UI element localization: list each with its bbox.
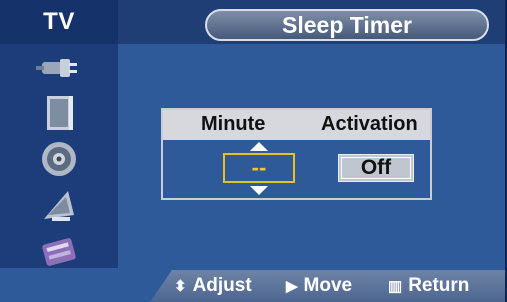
adjust-hint: ⬍ Adjust: [174, 275, 252, 297]
activation-column-label: Activation: [321, 113, 418, 135]
activation-selector[interactable]: Off: [338, 154, 414, 182]
sidebar-item-channel[interactable]: [20, 184, 98, 226]
sound-speaker-icon: [42, 142, 76, 176]
channel-antenna-icon: [44, 191, 74, 221]
sidebar-item-setup[interactable]: [20, 230, 98, 272]
menu-sidebar: [0, 44, 118, 280]
up-down-arrow-icon: ⬍: [174, 278, 187, 295]
return-hint: ▥ Return: [388, 275, 469, 297]
footer-hint-bar: ⬍ Adjust ▶ Move ▥ Return: [150, 270, 507, 302]
adjust-label: Adjust: [192, 275, 252, 296]
activation-value: Off: [341, 156, 411, 179]
return-label: Return: [408, 275, 470, 296]
dialog-header: Minute Activation: [163, 110, 430, 140]
picture-panel-icon: [47, 96, 73, 130]
minute-column-label: Minute: [201, 113, 266, 135]
move-label: Move: [303, 275, 353, 296]
osd-header: TV Sleep Timer: [0, 0, 507, 44]
sleep-timer-dialog: Minute Activation -- Off: [161, 108, 432, 200]
setup-tools-icon: [42, 238, 76, 266]
sidebar-item-sound[interactable]: [20, 138, 98, 180]
menu-title: Sleep Timer: [205, 9, 489, 41]
menu-icon: ▥: [388, 278, 403, 295]
input-plug-icon: [36, 59, 77, 77]
tv-source-label: TV: [0, 0, 118, 44]
right-arrow-icon: ▶: [286, 278, 298, 295]
down-arrow-icon[interactable]: [250, 186, 268, 195]
move-hint: ▶ Move: [286, 275, 352, 297]
sidebar-item-picture[interactable]: [20, 92, 98, 134]
sidebar-item-input[interactable]: [20, 46, 98, 88]
up-arrow-icon[interactable]: [250, 142, 268, 151]
tv-osd-screen: TV Sleep Timer Minute Activation -- Off …: [0, 0, 507, 302]
minute-selector[interactable]: --: [223, 153, 295, 183]
